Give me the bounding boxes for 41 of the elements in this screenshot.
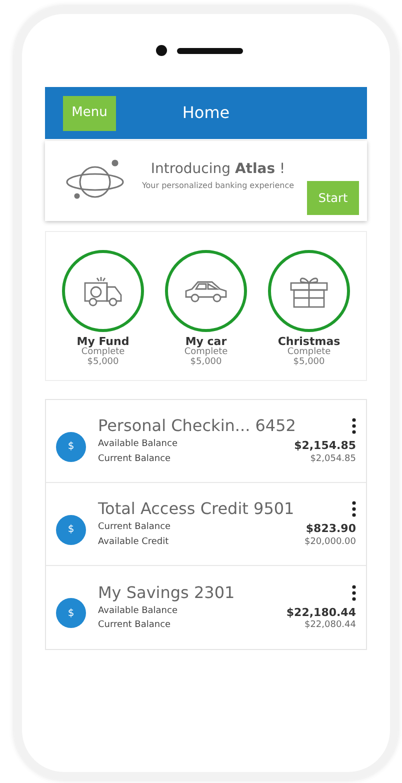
balance-amount: $2,054.85: [310, 454, 356, 466]
balance-amount: $22,080.44: [304, 620, 356, 632]
goal-name: My car: [185, 336, 227, 348]
balance-label: Current Balance: [98, 454, 171, 466]
balance-amount: $2,154.85: [294, 439, 356, 454]
balance-label: Available Balance: [98, 606, 178, 618]
balance-label: Current Balance: [98, 522, 171, 534]
balance-label: Available Credit: [98, 536, 169, 548]
goal-button[interactable]: [268, 250, 350, 332]
goal-amount: $5,000: [293, 358, 325, 368]
goal-name: My Fund: [76, 336, 130, 348]
account-name: Total Access Credit 9501: [98, 499, 294, 518]
more-options-icon[interactable]: [352, 418, 356, 434]
balance-label: Available Balance: [98, 439, 178, 452]
balance-amount: $20,000.00: [304, 536, 356, 548]
speaker-slot: [176, 48, 242, 54]
dollar-icon: $: [56, 598, 86, 628]
account-row[interactable]: $ My Savings 2301 Available Balance $22,180.44 Current Balance $22,080.44: [46, 566, 366, 649]
goal-button[interactable]: [62, 250, 144, 332]
goal-amount: $5,000: [87, 358, 119, 368]
goal-status: Complete: [287, 348, 331, 358]
dollar-icon: $: [56, 432, 86, 462]
balance-amount: $22,180.44: [286, 606, 356, 620]
banner-title: Introducing Atlas !: [150, 160, 286, 178]
more-options-icon[interactable]: [352, 501, 356, 518]
goal-status: Complete: [184, 348, 228, 358]
account-name: My Savings 2301: [98, 582, 235, 602]
account-row[interactable]: $ Personal Checkin... 6452 Available Balance $2,154.85 Current Balance $2,054.85: [46, 400, 366, 483]
account-name: Personal Checkin... 6452: [98, 416, 296, 436]
banner-subtitle: Your personalized banking experience: [140, 180, 296, 192]
balance-amount: $823.90: [306, 522, 356, 537]
page-title: Home: [182, 102, 230, 124]
more-options-icon[interactable]: [352, 584, 356, 601]
goal-amount: $5,000: [190, 358, 222, 368]
goal-button[interactable]: [165, 250, 247, 332]
balance-label: Current Balance: [98, 620, 171, 632]
goal-name: Christmas: [278, 336, 340, 348]
camera-dot: [156, 45, 166, 56]
goal-status: Complete: [81, 348, 125, 358]
dollar-icon: $: [56, 514, 86, 545]
account-row[interactable]: $ Total Access Credit 9501 Current Balance $823.90 Available Credit $20,000.00: [46, 482, 366, 566]
